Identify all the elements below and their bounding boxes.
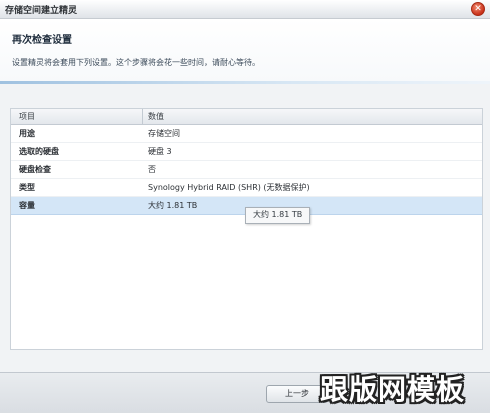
- table-row[interactable]: 用途 存储空间: [11, 125, 482, 143]
- window-title: 存储空间建立精灵: [5, 6, 78, 16]
- value-tooltip: 大约 1.81 TB: [245, 207, 311, 224]
- page-description: 设置精灵将会套用下列设置。这个步骤将会花一些时间，请耐心等待。: [12, 58, 260, 67]
- table-header: 项目 数值: [11, 109, 482, 125]
- column-header-value[interactable]: 数值: [148, 111, 164, 122]
- row-key: 选取的硬盘: [19, 147, 59, 156]
- column-header-item[interactable]: 项目: [19, 111, 35, 122]
- wizard-header: 再次检查设置 设置精灵将会套用下列设置。这个步骤将会花一些时间，请耐心等待。: [0, 19, 490, 82]
- watermark-logo: 跟版网模板: [320, 373, 466, 406]
- table-row[interactable]: 硬盘检查 否: [11, 161, 482, 179]
- close-icon[interactable]: ✕: [471, 2, 485, 16]
- page-title: 再次检查设置: [12, 35, 72, 46]
- row-key: 类型: [19, 183, 35, 192]
- table-row[interactable]: 类型 Synology Hybrid RAID (SHR) (无数据保护): [11, 179, 482, 197]
- row-value: 否: [148, 165, 156, 174]
- row-key: 硬盘检查: [19, 165, 51, 174]
- settings-table: 项目 数值 用途 存储空间 选取的硬盘 硬盘 3 硬盘检查 否 类型 Synol…: [10, 108, 483, 350]
- row-key: 用途: [19, 129, 35, 138]
- column-divider[interactable]: [142, 109, 143, 124]
- row-key: 容量: [19, 201, 35, 210]
- row-value: Synology Hybrid RAID (SHR) (无数据保护): [148, 183, 310, 192]
- row-value: 大约 1.81 TB: [148, 201, 198, 210]
- previous-button[interactable]: 上一步: [266, 385, 328, 403]
- wizard-window: 存储空间建立精灵 ✕ 再次检查设置 设置精灵将会套用下列设置。这个步骤将会花一些…: [0, 0, 490, 413]
- row-value: 硬盘 3: [148, 147, 172, 156]
- table-row[interactable]: 选取的硬盘 硬盘 3: [11, 143, 482, 161]
- wizard-content: 项目 数值 用途 存储空间 选取的硬盘 硬盘 3 硬盘检查 否 类型 Synol…: [0, 84, 490, 372]
- row-value: 存储空间: [148, 129, 180, 138]
- title-bar: 存储空间建立精灵 ✕: [0, 0, 490, 19]
